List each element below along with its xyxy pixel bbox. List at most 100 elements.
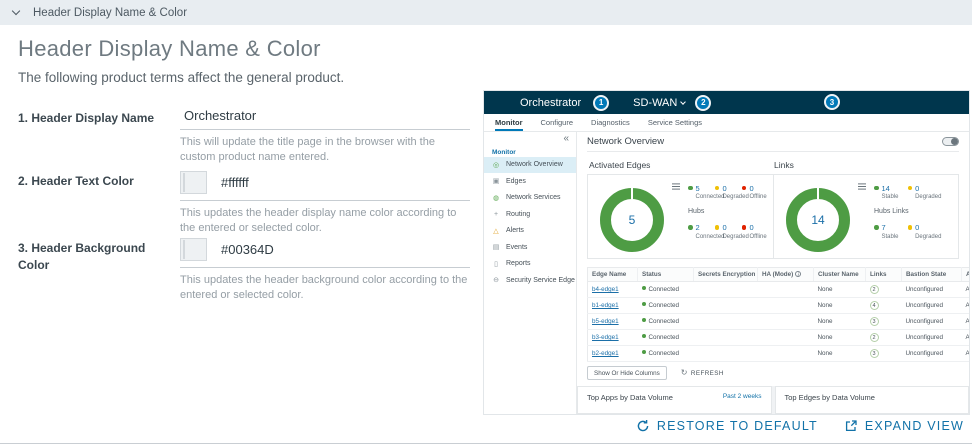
panel-legend: 5Connected0Degraded0OfflineHubs2Connecte… (688, 184, 769, 240)
menu-icon (858, 186, 866, 187)
display-name-helper: This will update the title page in the b… (180, 135, 470, 165)
legend-item: 0Degraded (715, 223, 742, 240)
legend-text: 0 Degraded (915, 223, 941, 240)
cluster-cell: None (814, 298, 866, 314)
field-row-display-name: 1. Header Display Name This will update … (18, 108, 465, 165)
legend-value: 7 (882, 223, 899, 232)
edge-name-link: b3-edge1 (592, 334, 619, 341)
status-dot-icon (642, 350, 646, 354)
status-cell: Connected (638, 298, 694, 314)
legend-dot (874, 186, 879, 191)
secrets-cell (694, 282, 758, 298)
preview-tab-diagnostics: Diagnostics (591, 114, 630, 131)
cluster-cell: None (814, 346, 866, 362)
legend-dot (874, 225, 879, 230)
preview-header-bar: Orchestrator 1 SD-WAN 2 3 (484, 91, 969, 114)
table-row: b4-edge1ConnectedNone2UnconfiguredAug 30… (588, 282, 970, 298)
col-edge-name: Edge Name (588, 268, 638, 282)
preview-tab-bar: MonitorConfigureDiagnosticsService Setti… (484, 114, 969, 132)
sidebar-item-label: Network Services (506, 194, 560, 201)
refresh-icon: ↻ (681, 369, 688, 377)
status-dot-icon (642, 286, 646, 290)
accordion-title: Header Display Name & Color (33, 7, 187, 19)
restore-to-default-button[interactable]: RESTORE TO DEFAULT (636, 419, 818, 433)
donut-gap (817, 188, 819, 199)
security-icon: ⊖ (492, 276, 500, 284)
events-icon: ▤ (492, 243, 500, 251)
donut-value: 14 (811, 213, 824, 227)
header-preview-image: Orchestrator 1 SD-WAN 2 3 MonitorConfigu… (483, 90, 970, 415)
legend-row: 7Stable0Degraded (874, 223, 954, 240)
status-cell: Connected (638, 282, 694, 298)
links-cell: 3 (866, 314, 902, 330)
status-dot-icon (642, 334, 646, 338)
bottom-cards-row: Top Apps by Data Volume Past 2 weeks Top… (577, 386, 969, 414)
preview-main-area: Network Overview Activated EdgesLinks 55… (577, 132, 969, 414)
edge-name-cell: b2-edge1 (588, 346, 638, 362)
sidebar-item-label: Network Overview (506, 161, 563, 168)
bg-color-hex-input[interactable] (221, 242, 341, 257)
links-count-badge: 4 (870, 301, 879, 310)
legend-value: 14 (882, 184, 899, 193)
time-range-link: Past 2 weeks (723, 393, 762, 400)
edges-icon: ▣ (492, 177, 500, 185)
donut-chart: 14 (786, 188, 850, 252)
donut-gap (631, 188, 633, 199)
bastion-cell: Unconfigured (902, 298, 962, 314)
ha-cell (758, 330, 814, 346)
chevron-down-icon (681, 99, 687, 105)
legend-dot (688, 225, 693, 230)
restore-icon (636, 419, 650, 433)
page-subtitle: The following product terms affect the g… (18, 70, 344, 85)
legend-item: 0Degraded (715, 184, 742, 201)
edge-name-link: b1-edge1 (592, 302, 619, 309)
callout-badge-3: 3 (824, 94, 840, 110)
expand-view-button[interactable]: EXPAND VIEW (844, 419, 964, 433)
legend-mid-label: Hubs (688, 208, 769, 215)
show-hide-columns-button: Show Or Hide Columns (587, 366, 667, 380)
legend-dot (908, 186, 913, 191)
edge-name-link: b4-edge1 (592, 286, 619, 293)
secrets-cell (694, 314, 758, 330)
legend-mid-label: Hubs Links (874, 208, 954, 215)
text-color-hex-input[interactable] (221, 175, 341, 190)
legend-item: 0Offline (742, 223, 769, 240)
col-cluster-name: Cluster Name (814, 268, 866, 282)
text-color-swatch[interactable] (180, 171, 207, 194)
legend-row: 2Connected0Degraded0Offline (688, 223, 769, 240)
status-dot-icon (642, 318, 646, 322)
page-title: Header Display Name & Color (18, 36, 321, 62)
links-cell: 2 (866, 282, 902, 298)
legend-value: 0 (749, 223, 766, 232)
links-count-badge: 3 (870, 349, 879, 358)
overview-toggle (942, 137, 959, 146)
sidebar-item-label: Alerts (506, 227, 524, 234)
legend-row: 14Stable 0Degraded (874, 184, 954, 201)
display-name-label: 1. Header Display Name (18, 108, 180, 165)
legend-label: Degraded (915, 234, 941, 240)
ha-cell (758, 314, 814, 330)
reports-icon: ▯ (492, 260, 500, 268)
col-activated: Activated (962, 268, 970, 282)
display-name-input[interactable] (180, 108, 470, 123)
col-links: Links (866, 268, 902, 282)
callout-badge-2: 2 (695, 95, 711, 111)
legend-item: 0 Degraded (908, 223, 942, 240)
bg-color-label: 3. Header Background Color (18, 238, 180, 303)
legend-item: 0Degraded (908, 184, 942, 201)
bastion-cell: Unconfigured (902, 282, 962, 298)
secrets-cell (694, 346, 758, 362)
bg-color-swatch[interactable] (180, 238, 207, 261)
links-cell: 3 (866, 346, 902, 362)
edge-name-cell: b3-edge1 (588, 330, 638, 346)
status-cell: Connected (638, 330, 694, 346)
legend-label: Stable (882, 194, 899, 200)
sidebar-item-routing: +Routing (484, 207, 576, 223)
accordion-header[interactable]: Header Display Name & Color (0, 0, 972, 25)
legend-item: 5Connected (688, 184, 715, 201)
preview-sidebar: « Monitor ◎Network Overview▣Edges◍Networ… (484, 132, 577, 414)
legend-value: 0 (915, 223, 941, 232)
links-count-badge: 3 (870, 317, 879, 326)
panel-activated-edges: 55Connected0Degraded0OfflineHubs2Connect… (588, 175, 773, 258)
secrets-cell (694, 298, 758, 314)
